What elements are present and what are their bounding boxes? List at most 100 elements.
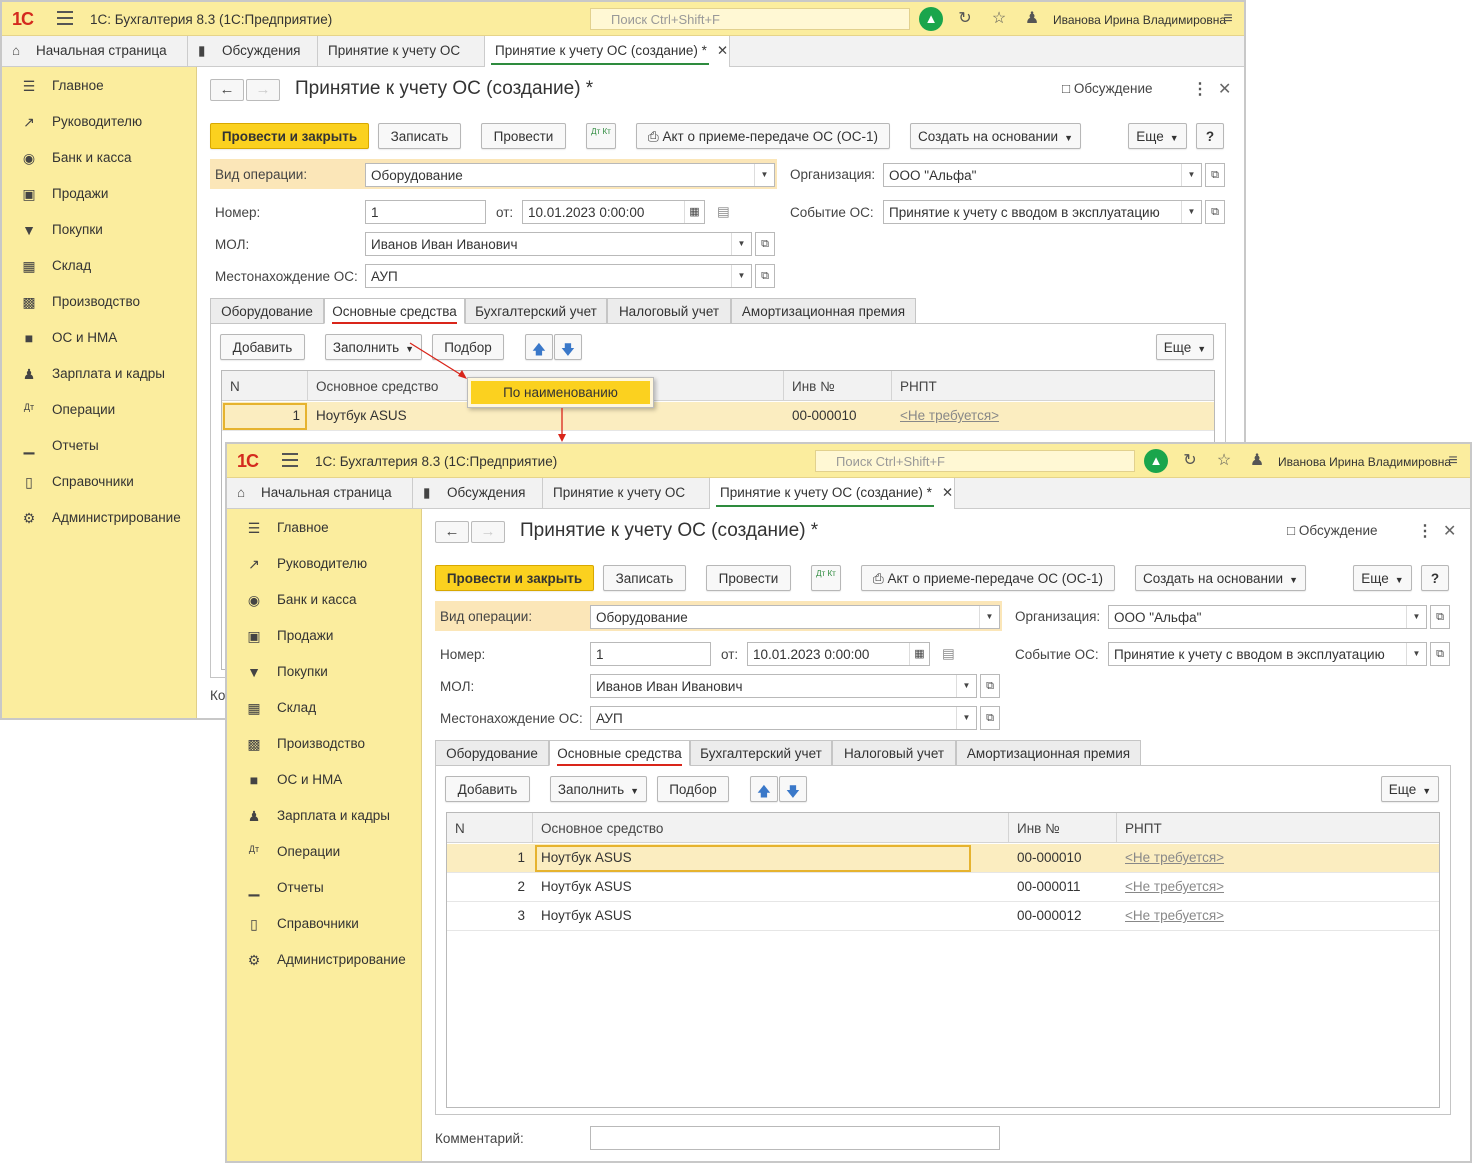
dtkt-button[interactable]: Дт Кт: [811, 565, 841, 591]
chevron-down-icon[interactable]: ▼: [1406, 643, 1426, 665]
post-button[interactable]: Провести: [481, 123, 566, 149]
tab-discussions[interactable]: ▮ Обсуждения: [188, 36, 318, 67]
tab-fixed-assets[interactable]: Основные средства: [549, 740, 690, 766]
chevron-down-icon[interactable]: ▼: [731, 233, 751, 255]
more-menu-icon[interactable]: ⋮: [1417, 521, 1433, 541]
location-select[interactable]: АУП ▼: [365, 264, 752, 288]
act-os1-button[interactable]: ⎙ Акт о приеме-передаче ОС (ОС-1): [636, 123, 890, 149]
tab-tax[interactable]: Налоговый учет: [607, 298, 731, 324]
col-inv[interactable]: Инв №: [784, 371, 892, 401]
create-based-button[interactable]: Создать на основании ▼: [1135, 565, 1306, 591]
tab-discussions[interactable]: ▮ Обсуждения: [413, 478, 543, 509]
col-rnpt[interactable]: РНПТ: [1117, 813, 1439, 843]
table-row[interactable]: 2 Ноутбук ASUS 00-000011 <Не требуется>: [447, 873, 1439, 902]
tab-equipment[interactable]: Оборудование: [435, 740, 549, 766]
favorites-icon[interactable]: ☆: [1215, 452, 1233, 470]
sidebar-item-warehouse[interactable]: ▦ Склад: [227, 691, 422, 727]
open-mol-icon[interactable]: ⧉: [755, 232, 775, 256]
sidebar-item-hr[interactable]: ♟ Зарплата и кадры: [2, 357, 197, 393]
cell-rnpt-link[interactable]: <Не требуется>: [1125, 902, 1325, 931]
forward-button[interactable]: →: [471, 521, 505, 543]
mol-select[interactable]: Иванов Иван Иванович ▼: [365, 232, 752, 256]
sidebar-item-purchases[interactable]: ▼ Покупки: [227, 655, 422, 691]
org-select[interactable]: ООО "Альфа" ▼: [1108, 605, 1427, 629]
chevron-down-icon[interactable]: ▼: [956, 675, 976, 697]
post-and-close-button[interactable]: Провести и закрыть: [435, 565, 594, 591]
date-field[interactable]: 10.01.2023 0:00:00 ▦: [522, 200, 705, 224]
op-type-select[interactable]: Оборудование ▼: [365, 163, 775, 187]
settings-menu-icon[interactable]: ≡: [1444, 452, 1462, 470]
sidebar-item-operations[interactable]: Дт Операции: [227, 835, 422, 871]
open-mol-icon[interactable]: ⧉: [980, 674, 1000, 698]
sidebar-item-sales[interactable]: ▣ Продажи: [2, 177, 197, 213]
calendar-icon[interactable]: ▦: [684, 201, 704, 223]
tab-os-create[interactable]: Принятие к учету ОС (создание) * ✕: [710, 478, 955, 509]
fill-by-name-menu-item[interactable]: По наименованию: [471, 381, 650, 404]
discussion-button[interactable]: □ Обсуждение: [1287, 523, 1378, 538]
notifications-icon[interactable]: ▲: [1144, 449, 1168, 473]
col-rnpt[interactable]: РНПТ: [892, 371, 1214, 401]
move-up-icon[interactable]: 🡅: [750, 776, 778, 802]
comment-history-icon[interactable]: ▤: [942, 646, 955, 662]
tab-depreciation-bonus[interactable]: Амортизационная премия: [956, 740, 1141, 766]
back-button[interactable]: ←: [435, 521, 469, 543]
op-type-select[interactable]: Оборудование ▼: [590, 605, 1000, 629]
chevron-down-icon[interactable]: ▼: [1181, 201, 1201, 223]
tab-os-create[interactable]: Принятие к учету ОС (создание) * ✕: [485, 36, 730, 67]
search-input[interactable]: Поиск Ctrl+Shift+F: [815, 450, 1135, 472]
open-event-icon[interactable]: ⧉: [1430, 642, 1450, 666]
open-event-icon[interactable]: ⧉: [1205, 200, 1225, 224]
cell-rnpt-link[interactable]: <Не требуется>: [1125, 844, 1325, 873]
save-button[interactable]: Записать: [378, 123, 461, 149]
settings-menu-icon[interactable]: ≡: [1219, 10, 1237, 28]
table-more-button[interactable]: Еще ▼: [1156, 334, 1214, 360]
favorites-icon[interactable]: ☆: [990, 10, 1008, 28]
tab-fixed-assets[interactable]: Основные средства: [324, 298, 465, 324]
act-os1-button[interactable]: ⎙ Акт о приеме-передаче ОС (ОС-1): [861, 565, 1115, 591]
close-icon[interactable]: ✕: [1218, 79, 1231, 99]
org-select[interactable]: ООО "Альфа" ▼: [883, 163, 1202, 187]
col-n[interactable]: N: [222, 371, 308, 401]
chevron-down-icon[interactable]: ▼: [731, 265, 751, 287]
sidebar-item-os[interactable]: ■ ОС и НМА: [227, 763, 422, 799]
main-menu-icon[interactable]: [57, 11, 73, 25]
number-field[interactable]: 1: [365, 200, 486, 224]
discussion-button[interactable]: □ Обсуждение: [1062, 81, 1153, 96]
sidebar-item-bank[interactable]: ◉ Банк и касса: [2, 141, 197, 177]
sidebar-item-os[interactable]: ■ ОС и НМА: [2, 321, 197, 357]
tab-accounting[interactable]: Бухгалтерский учет: [690, 740, 832, 766]
chevron-down-icon[interactable]: ▼: [979, 606, 999, 628]
notifications-icon[interactable]: ▲: [919, 7, 943, 31]
date-field[interactable]: 10.01.2023 0:00:00 ▦: [747, 642, 930, 666]
col-inv[interactable]: Инв №: [1009, 813, 1117, 843]
create-based-button[interactable]: Создать на основании ▼: [910, 123, 1081, 149]
help-button[interactable]: ?: [1421, 565, 1449, 591]
table-row[interactable]: 1 Ноутбук ASUS 00-000010 <Не требуется>: [222, 402, 1214, 431]
tab-home[interactable]: ⌂ Начальная страница: [227, 478, 413, 509]
col-asset[interactable]: Основное средство: [533, 813, 1009, 843]
sidebar-item-manager[interactable]: ↗ Руководителю: [227, 547, 422, 583]
sidebar-item-hr[interactable]: ♟ Зарплата и кадры: [227, 799, 422, 835]
event-select[interactable]: Принятие к учету с вводом в эксплуатацию…: [1108, 642, 1427, 666]
tab-os-list[interactable]: Принятие к учету ОС: [318, 36, 485, 67]
sidebar-item-warehouse[interactable]: ▦ Склад: [2, 249, 197, 285]
sidebar-item-operations[interactable]: Дт Операции: [2, 393, 197, 429]
event-select[interactable]: Принятие к учету с вводом в эксплуатацию…: [883, 200, 1202, 224]
more-button[interactable]: Еще ▼: [1353, 565, 1412, 591]
fill-button[interactable]: Заполнить ▼: [550, 776, 647, 802]
more-menu-icon[interactable]: ⋮: [1192, 79, 1208, 99]
open-location-icon[interactable]: ⧉: [755, 264, 775, 288]
dtkt-button[interactable]: Дт Кт: [586, 123, 616, 149]
chevron-down-icon[interactable]: ▼: [754, 164, 774, 186]
tab-accounting[interactable]: Бухгалтерский учет: [465, 298, 607, 324]
open-org-icon[interactable]: ⧉: [1205, 163, 1225, 187]
move-down-icon[interactable]: 🡇: [779, 776, 807, 802]
search-input[interactable]: Поиск Ctrl+Shift+F: [590, 8, 910, 30]
main-menu-icon[interactable]: [282, 453, 298, 467]
table-more-button[interactable]: Еще ▼: [1381, 776, 1439, 802]
tab-equipment[interactable]: Оборудование: [210, 298, 324, 324]
sidebar-item-manager[interactable]: ↗ Руководителю: [2, 105, 197, 141]
sidebar-item-admin[interactable]: ⚙ Администрирование: [227, 943, 422, 979]
table-row[interactable]: 1 Ноутбук ASUS 00-000010 <Не требуется>: [447, 844, 1439, 873]
chevron-down-icon[interactable]: ▼: [1181, 164, 1201, 186]
